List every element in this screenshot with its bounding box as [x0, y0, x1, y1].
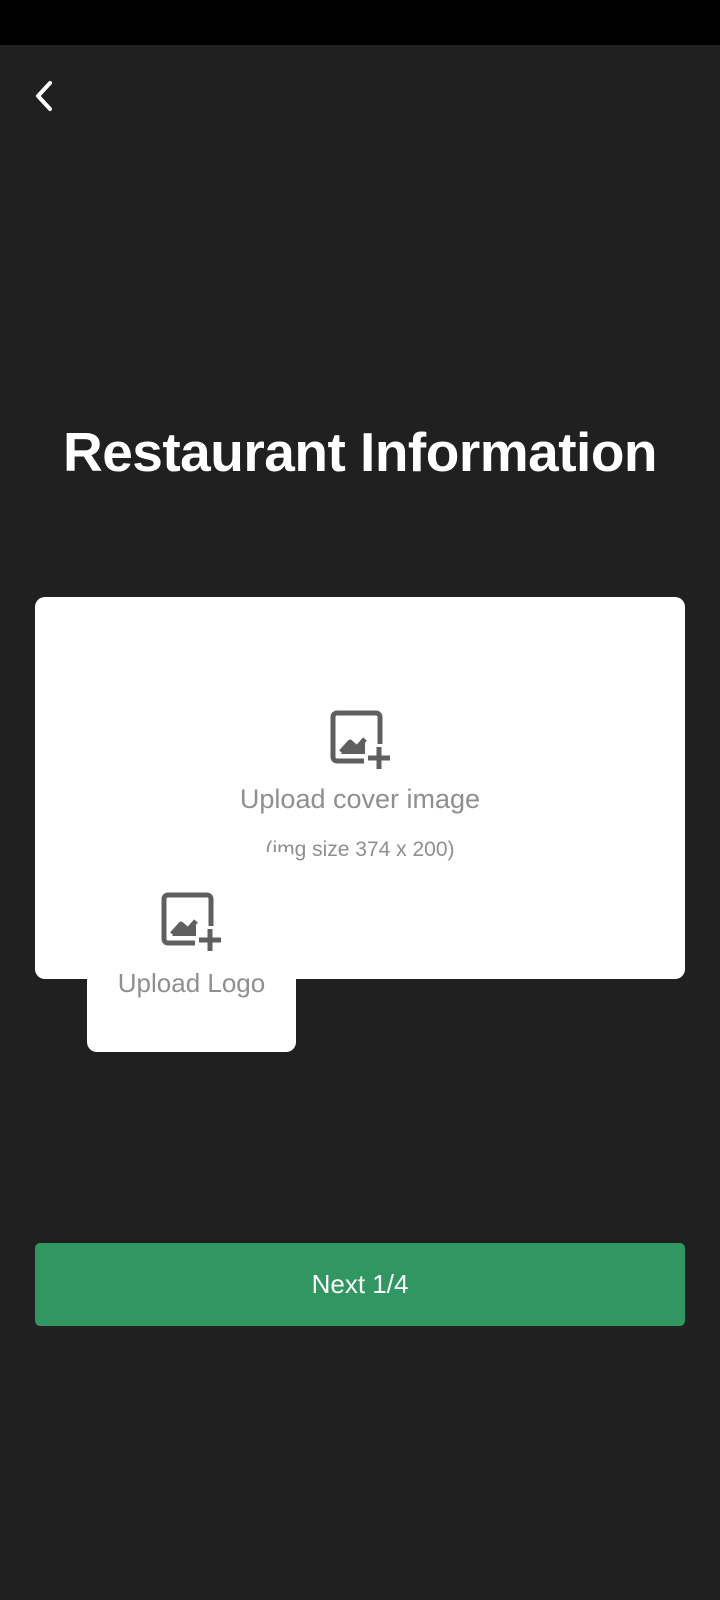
page-title: Restaurant Information	[62, 421, 658, 483]
logo-upload-label: Upload Logo	[117, 968, 266, 998]
chevron-left-icon	[36, 81, 52, 111]
status-bar	[0, 0, 720, 45]
cover-upload-label: Upload cover image	[239, 784, 481, 814]
logo-upload[interactable]: Upload Logo	[87, 852, 296, 1052]
back-button[interactable]	[22, 74, 66, 118]
next-button[interactable]: Next 1/4	[35, 1243, 685, 1326]
add-image-icon	[330, 710, 390, 769]
add-image-icon	[161, 892, 221, 951]
